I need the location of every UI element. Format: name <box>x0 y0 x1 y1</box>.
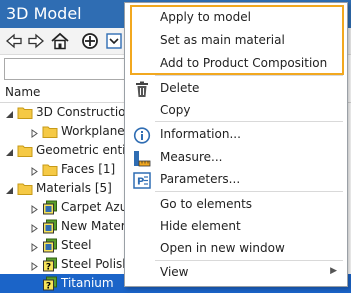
unknown-material-icon: ? <box>42 257 58 273</box>
tree-row-label: Titanium <box>61 276 114 290</box>
tree-row-label: Steel <box>61 238 92 252</box>
menu-item-set-main-material[interactable]: Set as main material <box>125 30 347 52</box>
svg-text:?: ? <box>46 263 51 273</box>
info-icon <box>133 127 151 144</box>
menu-separator <box>155 191 343 192</box>
tree-row-label: Materials [5] <box>36 181 112 195</box>
window-title: 3D Model <box>6 4 82 23</box>
expand-toggle-icon[interactable] <box>30 241 39 252</box>
menu-item-open-new-window[interactable]: Open in new window <box>125 238 347 260</box>
expand-toggle-icon[interactable] <box>30 165 39 176</box>
expand-toggle-icon[interactable] <box>30 260 39 271</box>
menu-item-label: Go to elements <box>160 197 253 211</box>
material-icon <box>42 200 58 215</box>
menu-item-label: Apply to model <box>160 10 251 24</box>
menu-item-view[interactable]: View ▶ <box>125 262 347 284</box>
menu-item-label: Set as main material <box>160 33 285 47</box>
folder-icon <box>42 124 58 139</box>
menu-item-go-to-elements[interactable]: Go to elements <box>125 194 347 216</box>
collapse-toggle-icon[interactable] <box>5 108 14 118</box>
menu-item-label: Add to Product Composition <box>160 56 328 70</box>
menu-item-label: Information... <box>160 127 241 141</box>
unknown-material-icon: ? <box>42 276 58 292</box>
tree-row-label: Faces [1] <box>61 162 116 176</box>
folder-icon <box>17 181 33 196</box>
parameters-icon: P <box>133 172 151 189</box>
svg-text:P: P <box>137 177 144 188</box>
menu-separator <box>155 121 343 122</box>
menu-item-add-to-product-composition[interactable]: Add to Product Composition <box>125 53 347 75</box>
tree-row-label: 3D Construction <box>36 105 134 119</box>
expand-toggle-icon[interactable] <box>30 203 39 214</box>
trash-icon <box>133 81 151 98</box>
menu-item-label: View <box>160 265 189 279</box>
folder-icon <box>17 143 33 158</box>
column-header-name: Name <box>5 85 41 99</box>
back-arrow-icon[interactable] <box>4 31 24 51</box>
menu-item-label: Delete <box>160 81 200 95</box>
menu-separator <box>155 75 343 76</box>
menu-item-copy[interactable]: Copy <box>125 100 347 122</box>
menu-item-information[interactable]: Information... <box>125 124 347 146</box>
svg-text:?: ? <box>46 282 51 292</box>
menu-item-delete[interactable]: Delete <box>125 78 347 100</box>
target-icon[interactable] <box>80 31 100 51</box>
menu-item-label: Hide element <box>160 219 241 233</box>
folder-icon <box>17 105 33 120</box>
home-icon[interactable] <box>50 31 70 51</box>
menu-item-parameters[interactable]: P Parameters... <box>125 169 347 191</box>
measure-icon <box>133 150 151 167</box>
tree-row-label: Workplanes <box>61 124 131 138</box>
material-icon <box>42 219 58 234</box>
menu-item-apply-to-model[interactable]: Apply to model <box>125 7 347 29</box>
collapse-toggle-icon[interactable] <box>5 146 14 156</box>
dropdown-icon[interactable] <box>104 31 124 51</box>
expand-toggle-icon[interactable] <box>30 222 39 233</box>
forward-arrow-icon[interactable] <box>26 31 46 51</box>
menu-item-label: Copy <box>160 103 191 117</box>
menu-item-hide-element[interactable]: Hide element <box>125 216 347 238</box>
menu-separator <box>155 260 343 261</box>
submenu-arrow-icon: ▶ <box>330 266 337 276</box>
expand-toggle-icon[interactable] <box>30 127 39 138</box>
menu-item-label: Parameters... <box>160 172 241 186</box>
collapse-toggle-icon[interactable] <box>5 184 14 194</box>
menu-item-label: Open in new window <box>160 241 285 255</box>
menu-item-label: Measure... <box>160 150 223 164</box>
material-icon <box>42 238 58 253</box>
context-menu: Apply to model Set as main material Add to… <box>124 2 348 287</box>
folder-icon <box>42 162 58 177</box>
menu-item-measure[interactable]: Measure... <box>125 147 347 169</box>
